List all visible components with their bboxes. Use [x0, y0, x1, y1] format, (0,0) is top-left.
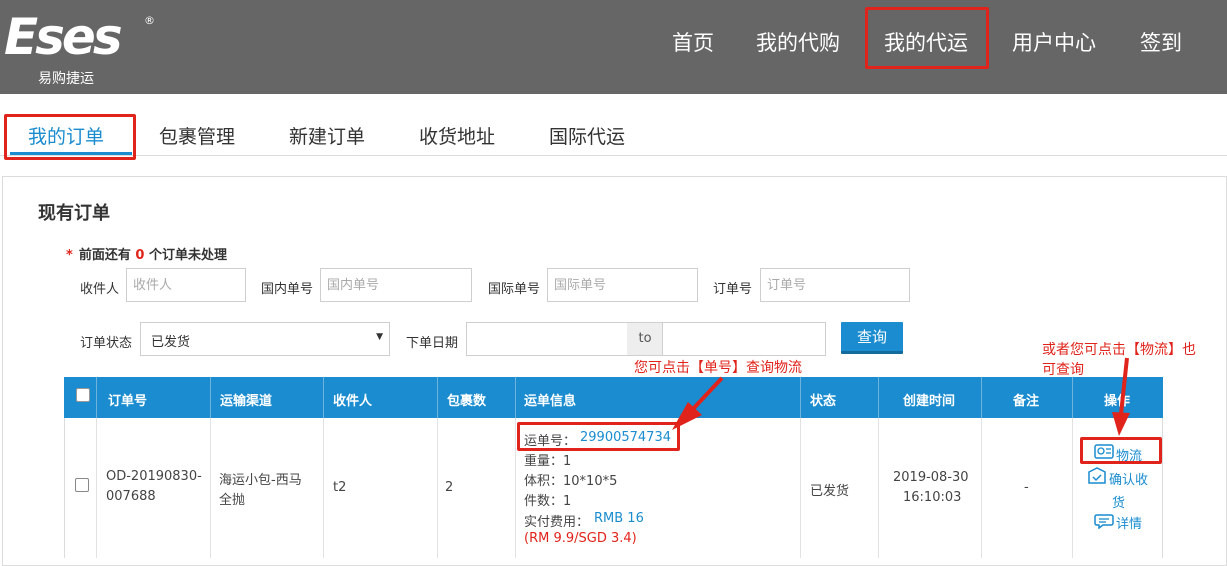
- tab-new-order[interactable]: 新建订单: [289, 122, 365, 149]
- nav-user-center[interactable]: 用户中心: [1012, 27, 1096, 57]
- logo-registered-mark: ®: [144, 14, 155, 27]
- header-divider: [96, 377, 97, 418]
- chat-bubble-icon: [1094, 514, 1114, 529]
- date-range-separator: to: [627, 322, 663, 356]
- highlight-box-nav: [865, 7, 989, 69]
- order-no-line1: OD-20190830-: [106, 469, 202, 484]
- col-header-created: 创建时间: [903, 394, 956, 409]
- cell-divider: [210, 418, 211, 558]
- remark-cell: -: [1024, 480, 1029, 495]
- paid-value: RMB 16: [594, 511, 644, 526]
- header-divider: [800, 377, 801, 418]
- date-from-input[interactable]: [466, 322, 628, 356]
- channel-line1: 海运小包-西马: [219, 473, 302, 488]
- volume-text: 体积：10*10*5: [524, 474, 618, 489]
- highlight-box-waybill: [517, 422, 680, 451]
- paid-alt-currency: (RM 9.9/SGD 3.4): [524, 531, 637, 546]
- receiver-label: 收件人: [80, 282, 120, 297]
- header-divider: [878, 377, 879, 418]
- status-label: 订单状态: [80, 336, 133, 351]
- tab-package-management[interactable]: 包裹管理: [159, 122, 235, 149]
- cell-divider: [981, 418, 982, 558]
- required-star: *: [66, 248, 73, 263]
- date-label: 下单日期: [406, 336, 459, 351]
- confirm-receipt-link-line1[interactable]: 确认收: [1109, 469, 1148, 488]
- packages-cell: 2: [445, 480, 454, 495]
- nav-checkin[interactable]: 签到: [1140, 27, 1182, 57]
- weight-text: 重量：1: [524, 454, 572, 469]
- receiver-input[interactable]: [126, 268, 246, 302]
- intl-no-label: 国际单号: [488, 282, 541, 297]
- caret-down-icon: ▼: [376, 332, 383, 342]
- header-divider: [210, 377, 211, 418]
- header-divider: [323, 377, 324, 418]
- channel-line2: 全抛: [219, 493, 246, 508]
- status-select[interactable]: 已发货 ▼: [140, 322, 390, 356]
- site-logo[interactable]: Eses ® 易购捷运: [4, 10, 164, 90]
- order-no-line2: 007688: [106, 489, 156, 504]
- notice-suffix: 个订单未处理: [148, 248, 227, 263]
- logo-wordmark: Eses: [4, 8, 123, 66]
- cell-divider: [1072, 418, 1073, 558]
- header-divider: [1072, 377, 1073, 418]
- col-header-actions: 操作: [1104, 394, 1131, 409]
- col-header-order-no: 订单号: [108, 394, 148, 409]
- created-time: 16:10:03: [903, 490, 962, 505]
- confirm-receipt-icon: [1088, 467, 1106, 484]
- annotation-logistics-hint-line1: 或者您可点击【物流】也: [1042, 342, 1196, 358]
- col-header-status: 状态: [810, 394, 837, 409]
- logistics-link[interactable]: 物流: [1116, 445, 1142, 464]
- cell-divider: [323, 418, 324, 558]
- receiver-cell: t2: [333, 480, 347, 495]
- created-date: 2019-08-30: [893, 470, 969, 485]
- tab-address[interactable]: 收货地址: [419, 122, 495, 149]
- page-title: 现有订单: [38, 203, 110, 224]
- col-header-packages: 包裹数: [447, 394, 487, 409]
- col-header-receiver: 收件人: [333, 394, 373, 409]
- domestic-no-label: 国内单号: [261, 282, 314, 297]
- row-checkbox[interactable]: [75, 478, 89, 492]
- col-header-channel: 运输渠道: [220, 394, 273, 409]
- col-header-waybill: 运单信息: [524, 394, 577, 409]
- cell-divider: [437, 418, 438, 558]
- paid-label: 实付费用：: [524, 515, 590, 530]
- top-header: Eses ® 易购捷运 首页 我的代购 我的代运 用户中心 签到: [0, 0, 1227, 94]
- highlight-box-tab: [4, 114, 136, 160]
- intl-no-input[interactable]: [547, 268, 698, 302]
- domestic-no-input[interactable]: [320, 268, 472, 302]
- cell-divider: [800, 418, 801, 558]
- pieces-text: 件数：1: [524, 494, 572, 509]
- cell-divider: [515, 418, 516, 558]
- tab-intl-shipping[interactable]: 国际代运: [549, 122, 625, 149]
- select-all-checkbox[interactable]: [76, 388, 90, 402]
- cell-divider: [96, 418, 97, 558]
- status-cell: 已发货: [810, 484, 850, 499]
- query-button[interactable]: 查询: [841, 322, 903, 354]
- confirm-receipt-link-line2[interactable]: 货: [1112, 492, 1125, 511]
- pending-notice: * 前面还有 0 个订单未处理: [66, 244, 227, 263]
- pending-count: 0: [135, 248, 145, 263]
- order-no-label: 订单号: [713, 282, 753, 297]
- date-to-input[interactable]: [662, 322, 826, 356]
- annotation-logistics-hint-line2: 可查询: [1042, 362, 1084, 378]
- annotation-tracking-hint: 您可点击【单号】查询物流: [634, 360, 802, 376]
- header-divider: [437, 377, 438, 418]
- truck-icon: [1094, 444, 1114, 459]
- nav-my-purchase[interactable]: 我的代购: [756, 27, 840, 57]
- header-divider: [981, 377, 982, 418]
- header-divider: [515, 377, 516, 418]
- logo-subtitle: 易购捷运: [38, 71, 94, 87]
- nav-home[interactable]: 首页: [672, 27, 714, 57]
- order-no-input[interactable]: [760, 268, 910, 302]
- notice-prefix: 前面还有: [78, 248, 131, 263]
- detail-link[interactable]: 详情: [1116, 513, 1142, 532]
- sub-tab-bar: 我的订单 包裹管理 新建订单 收货地址 国际代运: [0, 94, 1227, 156]
- col-header-remark: 备注: [1013, 394, 1040, 409]
- cell-divider: [878, 418, 879, 558]
- status-selected-value: 已发货: [151, 335, 191, 350]
